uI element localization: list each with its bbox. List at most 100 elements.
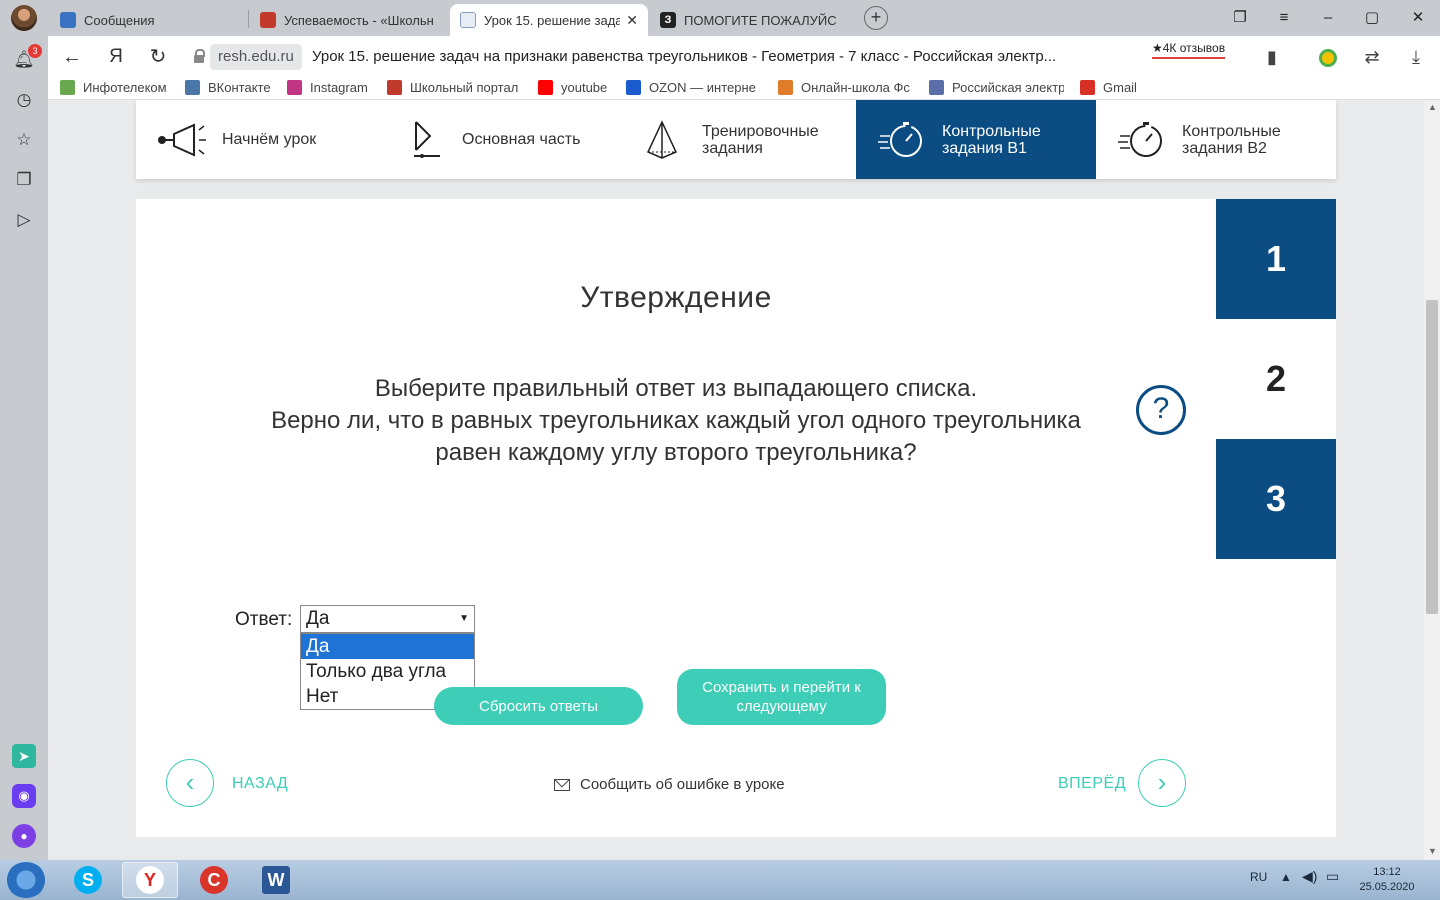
task-number-1[interactable]: 1	[1216, 199, 1336, 319]
tablet-mode-icon[interactable]: ❐	[1228, 8, 1252, 28]
language-indicator[interactable]: RU	[1250, 870, 1267, 884]
tray-expand-icon[interactable]: ▲	[1280, 870, 1292, 884]
tab-separator	[248, 10, 249, 28]
taskbar-skype[interactable]: S	[60, 862, 116, 898]
bookmark-infotelecom[interactable]: Инфотелеком	[60, 80, 167, 95]
bookmark-gmail[interactable]: Gmail	[1080, 80, 1137, 95]
reload-icon[interactable]: ↻	[146, 45, 170, 69]
report-label: Сообщить об ошибке в уроке	[580, 776, 785, 793]
video-play-icon[interactable]: ▷	[12, 208, 36, 232]
alice-assistant-icon[interactable]: ●	[12, 824, 36, 848]
bookmark-school-portal[interactable]: Школьный портал	[387, 80, 518, 95]
bookmark-resh[interactable]: Российская электр	[929, 80, 1064, 95]
nav-training-tasks[interactable]: Тренировочные задания	[616, 100, 856, 179]
close-tab-icon[interactable]: ✕	[626, 12, 638, 29]
minimize-icon[interactable]: –	[1316, 8, 1340, 28]
question-text: Выберите правильный ответ из выпадающего…	[216, 373, 1136, 469]
nav-start-lesson[interactable]: Начнём урок	[136, 100, 376, 179]
taskbar-word[interactable]: W	[248, 862, 304, 898]
znanija-icon: З	[660, 12, 676, 28]
answer-select[interactable]: Да ▼	[300, 605, 475, 633]
nav-control-tasks-b2[interactable]: Контрольные задания В2	[1096, 100, 1336, 179]
vk-icon	[185, 80, 200, 95]
help-icon[interactable]: ?	[1136, 385, 1186, 435]
browser-tab-bar: Сообщения Успеваемость - «Школьн Урок 15…	[0, 0, 1440, 36]
question-line: Верно ли, что в равных треугольниках каж…	[271, 407, 1081, 434]
favorites-star-icon[interactable]: ☆	[12, 128, 36, 152]
option-yes[interactable]: Да	[301, 634, 474, 659]
bookmark-label: Gmail	[1103, 80, 1137, 95]
notification-badge: 3	[28, 44, 42, 58]
nav-label: Основная часть	[462, 131, 581, 148]
dropdown-arrow-icon: ▼	[459, 613, 469, 624]
new-tab-button[interactable]: +	[864, 6, 888, 30]
scroll-thumb[interactable]	[1426, 300, 1438, 614]
bookmark-icon[interactable]: ▮	[1260, 45, 1284, 69]
report-error-link[interactable]: Сообщить об ошибке в уроке	[554, 776, 785, 793]
history-icon[interactable]: ◷	[12, 88, 36, 112]
bookmark-label: Instagram	[310, 80, 368, 95]
bookmark-label: Онлайн-школа Фс	[801, 80, 910, 95]
question-line: равен каждому углу второго треугольника?	[435, 439, 917, 466]
option-only-two-angles[interactable]: Только два угла	[301, 659, 474, 684]
collections-icon[interactable]: ❐	[12, 168, 36, 192]
menu-icon[interactable]: ≡	[1272, 8, 1296, 28]
bookmark-label: OZON — интерне	[649, 80, 756, 95]
protect-icon[interactable]	[1316, 45, 1340, 69]
bookmark-instagram[interactable]: Instagram	[287, 80, 368, 95]
taskbar-ccleaner[interactable]: C	[186, 862, 242, 898]
network-icon[interactable]: ▭	[1326, 868, 1339, 885]
close-window-icon[interactable]: ✕	[1406, 8, 1430, 28]
bookmark-label: Школьный портал	[410, 80, 519, 95]
taskbar-yandex-browser[interactable]: Y	[122, 862, 178, 898]
messenger-icon[interactable]: ➤	[12, 744, 36, 768]
scroll-down-icon[interactable]: ▼	[1428, 846, 1437, 856]
reset-answers-button[interactable]: Сбросить ответы	[434, 687, 643, 725]
translate-icon[interactable]: ⇄	[1360, 45, 1384, 69]
word-icon: W	[262, 866, 290, 894]
camera-icon[interactable]: ◉	[12, 784, 36, 808]
back-link[interactable]: НАЗАД	[232, 775, 288, 793]
forward-link[interactable]: ВПЕРЁД	[1058, 775, 1126, 793]
page-viewport: Начнём урок Основная часть Тренировочные…	[48, 100, 1424, 860]
answer-label: Ответ:	[235, 609, 293, 630]
volume-icon[interactable]: ◀)	[1302, 868, 1317, 885]
lock-icon	[194, 49, 205, 63]
yandex-icon[interactable]: Я	[104, 45, 128, 69]
nav-label: Тренировочные задания	[702, 122, 819, 157]
url-page-title[interactable]: Урок 15. решение задач на признаки равен…	[312, 44, 1056, 70]
task-title: Утверждение	[580, 281, 772, 314]
task-number-panel: 1 2 3	[1216, 199, 1336, 837]
reviews-badge[interactable]: ★4К отзывов	[1152, 41, 1226, 59]
bookmark-online-school[interactable]: Онлайн-школа Фс	[778, 80, 913, 95]
gmail-icon	[1080, 80, 1095, 95]
back-arrow-icon[interactable]: ←	[60, 45, 84, 69]
tab-lesson[interactable]: Урок 15. решение зада ✕	[450, 4, 648, 36]
url-domain[interactable]: resh.edu.ru	[210, 44, 302, 70]
nav-main-part[interactable]: Основная часть	[376, 100, 616, 179]
save-next-button[interactable]: Сохранить и перейти к следующему	[677, 669, 886, 725]
bookmark-youtube[interactable]: youtube	[538, 80, 607, 95]
nav-control-tasks-b1[interactable]: Контрольные задания В1	[856, 100, 1096, 179]
page-scrollbar[interactable]: ▲ ▼	[1424, 100, 1440, 860]
bookmark-vk[interactable]: ВКонтакте	[185, 80, 271, 95]
task-number-3[interactable]: 3	[1216, 439, 1336, 559]
scroll-up-icon[interactable]: ▲	[1428, 102, 1437, 112]
tab-progress[interactable]: Успеваемость - «Школьн	[250, 4, 446, 36]
back-chevron-icon[interactable]: ‹	[166, 759, 214, 807]
windows-start-button[interactable]	[6, 862, 46, 898]
clock-date: 25.05.2020	[1359, 881, 1415, 893]
windows-taskbar: S Y C W RU ▲ ◀) ▭ 13:12 25.05.2020	[0, 860, 1440, 900]
task-number-2[interactable]: 2	[1216, 319, 1336, 439]
bookmark-ozon[interactable]: OZON — интерне	[626, 80, 761, 95]
profile-avatar[interactable]	[11, 5, 37, 31]
forward-chevron-icon[interactable]: ›	[1138, 759, 1186, 807]
download-icon[interactable]: ⤓	[1404, 45, 1428, 69]
tab-messages[interactable]: Сообщения	[50, 4, 246, 36]
maximize-icon[interactable]: ▢	[1360, 8, 1384, 28]
lesson-navigation: Начнём урок Основная часть Тренировочные…	[136, 100, 1336, 179]
bookmark-label: youtube	[561, 80, 608, 95]
resh-logo-icon	[929, 80, 944, 95]
tab-help-request[interactable]: З ПОМОГИТЕ ПОЖАЛУЙСТ	[650, 4, 846, 36]
clock[interactable]: 13:12 25.05.2020	[1356, 865, 1418, 895]
